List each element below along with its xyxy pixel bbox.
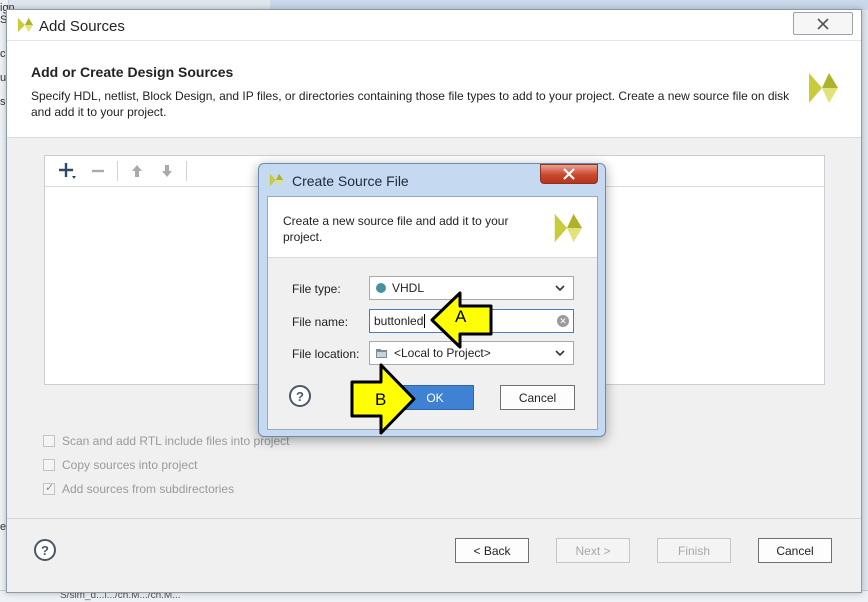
chevron-down-icon	[555, 350, 565, 357]
scan-rtl-include-checkbox[interactable]: Scan and add RTL include files into proj…	[43, 434, 289, 448]
checkbox-label: Copy sources into project	[62, 458, 198, 472]
next-button[interactable]: Next >	[556, 538, 630, 563]
arrow-up-icon	[132, 165, 142, 177]
close-icon	[817, 17, 829, 30]
vivado-logo-icon	[554, 213, 583, 243]
annotation-label-b: B	[375, 390, 387, 409]
toolbar-divider	[117, 161, 118, 181]
add-source-button[interactable]	[53, 159, 83, 183]
dialog-titlebar: Add Sources	[7, 10, 861, 40]
close-button[interactable]	[793, 12, 853, 35]
create-source-header: Create a new source file and add it to y…	[268, 197, 597, 258]
arrow-down-icon	[162, 165, 172, 177]
dialog-title: Add Sources	[39, 18, 125, 35]
minus-icon	[92, 169, 104, 173]
create-source-description: Create a new source file and add it to y…	[283, 214, 509, 244]
checkbox-box[interactable]	[43, 481, 55, 495]
bg-sidebar-text: c	[0, 48, 6, 60]
vivado-logo-icon	[809, 73, 838, 103]
cancel-button[interactable]: Cancel	[500, 385, 575, 410]
checkbox-box[interactable]	[43, 459, 55, 471]
checkbox-label: Scan and add RTL include files into proj…	[62, 434, 290, 448]
file-type-label: File type:	[292, 282, 341, 296]
chevron-down-icon	[555, 285, 565, 292]
toolbar-divider	[186, 161, 187, 181]
footer-divider	[7, 518, 861, 519]
back-button[interactable]: < Back	[455, 538, 529, 563]
file-name-value: buttonled	[374, 314, 424, 328]
file-location-label: File location:	[292, 347, 360, 361]
add-subdirectories-checkbox[interactable]: Add sources from subdirectories	[43, 481, 235, 496]
bg-sidebar-text: s	[0, 96, 6, 108]
remove-source-button[interactable]	[83, 159, 113, 183]
close-button[interactable]	[540, 164, 598, 184]
vhdl-file-icon	[376, 283, 386, 293]
copy-sources-checkbox[interactable]: Copy sources into project	[43, 458, 197, 472]
vivado-logo-icon	[269, 173, 283, 187]
cancel-button[interactable]: Cancel	[758, 538, 832, 563]
checkbox-box[interactable]	[43, 435, 55, 447]
move-up-button[interactable]	[122, 159, 152, 183]
file-type-value: VHDL	[392, 281, 425, 295]
move-down-button[interactable]	[152, 159, 182, 183]
clear-icon[interactable]: ✕	[557, 315, 569, 327]
checkbox-label: Add sources from subdirectories	[62, 482, 235, 496]
help-button[interactable]: ?	[289, 385, 311, 407]
folder-icon	[376, 348, 387, 358]
plus-icon	[59, 163, 76, 179]
dialog-title: Create Source File	[292, 173, 409, 189]
finish-button[interactable]: Finish	[657, 538, 731, 563]
help-button[interactable]: ?	[34, 539, 56, 561]
vivado-logo-icon	[17, 17, 33, 33]
annotation-label-a: A	[455, 307, 467, 326]
page-title: Add or Create Design Sources	[31, 64, 234, 80]
wizard-header: Add or Create Design Sources Specify HDL…	[7, 40, 861, 138]
text-caret	[424, 314, 426, 328]
page-description: Specify HDL, netlist, Block Design, and …	[31, 89, 790, 119]
close-icon	[563, 168, 575, 180]
file-name-label: File name:	[292, 315, 349, 329]
